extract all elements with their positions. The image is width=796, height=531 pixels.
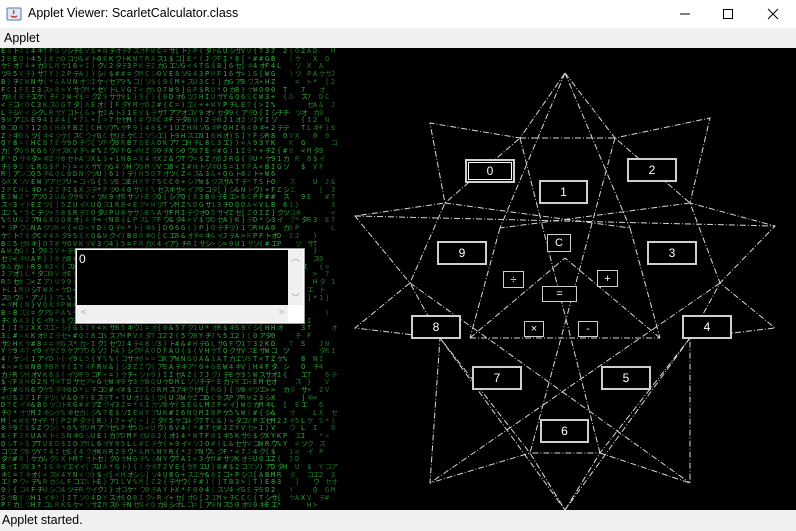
- maximize-button[interactable]: [705, 0, 751, 28]
- divide-button[interactable]: ÷: [503, 271, 524, 288]
- digit-7-button[interactable]: 7: [472, 366, 522, 390]
- scroll-down-icon[interactable]: ﹀: [291, 291, 300, 304]
- scroll-left-icon[interactable]: <: [81, 307, 86, 317]
- horizontal-scrollbar[interactable]: < >: [77, 305, 288, 322]
- minimize-icon: [680, 13, 690, 15]
- display-value[interactable]: 0: [77, 250, 288, 305]
- calculator-display[interactable]: 0 ︿ ﹀ < >: [75, 248, 305, 324]
- maximize-icon: [723, 9, 733, 19]
- status-text: Applet started.: [2, 513, 83, 527]
- digit-1-button[interactable]: 1: [539, 180, 588, 204]
- applet-canvas: E J ケ ツ B F カ < L 9 0 Z Q カ F チ R シ J E …: [0, 48, 796, 510]
- window-title: Applet Viewer: ScarletCalculator.class: [28, 6, 239, 20]
- equals-button[interactable]: =: [542, 286, 577, 302]
- digit-6-button[interactable]: 6: [540, 419, 589, 443]
- digit-8-button[interactable]: 8: [411, 315, 461, 339]
- close-button[interactable]: [750, 0, 796, 28]
- minimize-button[interactable]: [662, 0, 708, 28]
- digit-5-button[interactable]: 5: [601, 366, 651, 390]
- plus-button[interactable]: +: [597, 270, 618, 287]
- title-bar: Applet Viewer: ScarletCalculator.class: [0, 0, 796, 28]
- clear-button[interactable]: C: [547, 234, 571, 252]
- menu-applet[interactable]: Applet: [4, 31, 39, 45]
- java-app-icon: [6, 7, 22, 21]
- vertical-scrollbar[interactable]: ︿ ﹀: [288, 250, 303, 305]
- digit-2-button[interactable]: 2: [627, 158, 677, 182]
- status-bar: Applet started.: [0, 510, 796, 531]
- minus-button[interactable]: -: [578, 321, 598, 337]
- close-icon: [767, 8, 779, 20]
- scroll-up-icon[interactable]: ︿: [291, 251, 300, 264]
- digit-9-button[interactable]: 9: [437, 241, 487, 265]
- digit-3-button[interactable]: 3: [647, 241, 697, 265]
- scroll-right-icon[interactable]: >: [279, 307, 284, 317]
- menu-bar: Applet: [0, 28, 796, 48]
- digit-0-button[interactable]: 0: [465, 159, 515, 183]
- multiply-button[interactable]: ×: [524, 321, 544, 337]
- digit-4-button[interactable]: 4: [682, 315, 732, 339]
